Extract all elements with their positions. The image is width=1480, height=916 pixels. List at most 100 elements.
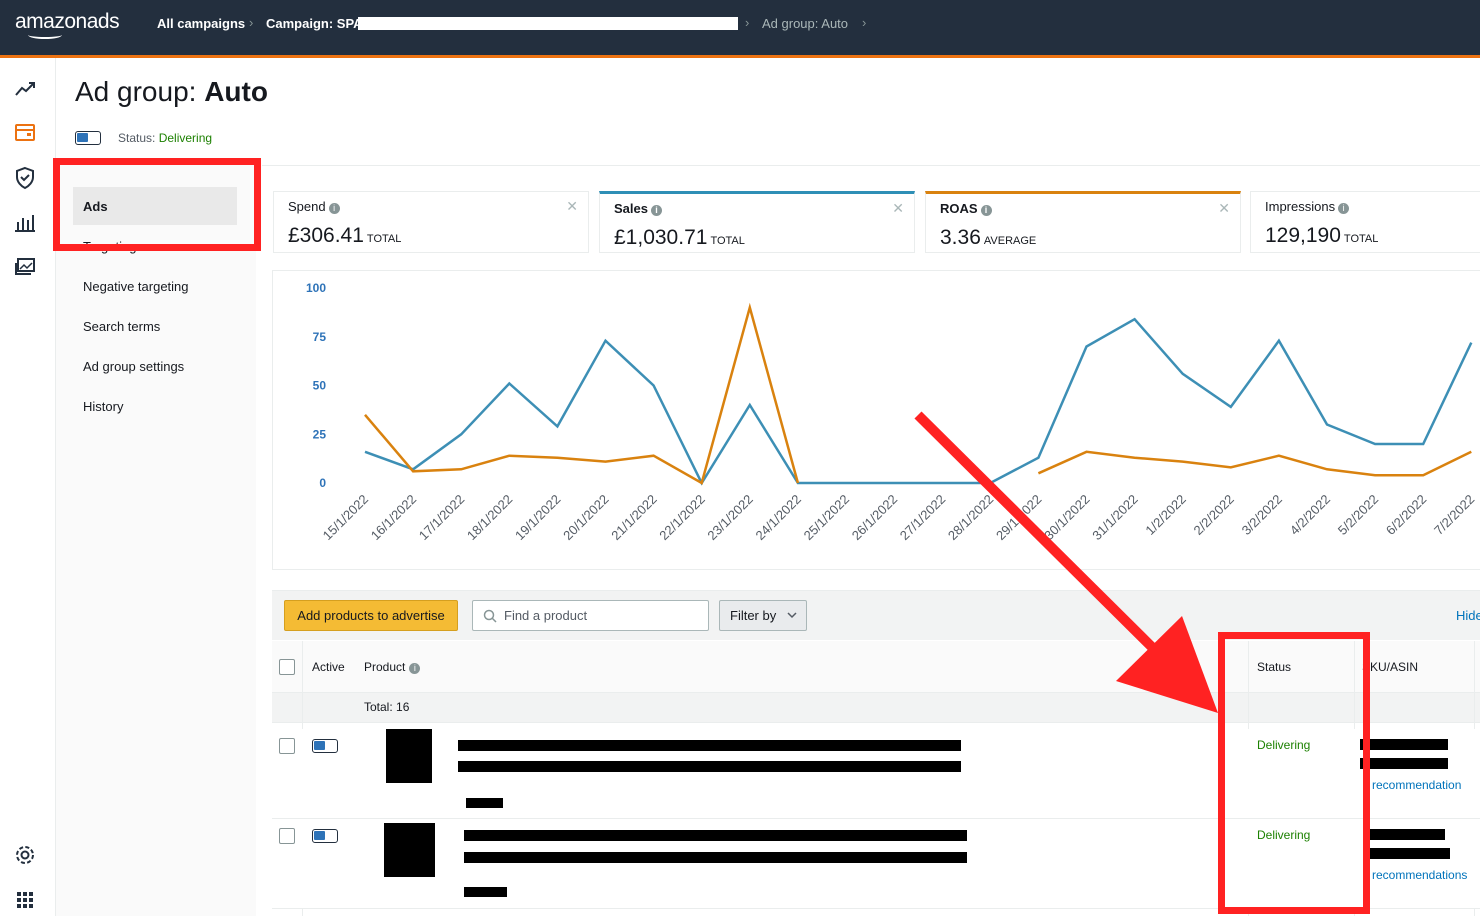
chevron-right-icon: ›	[249, 15, 254, 30]
brand-shield-icon[interactable]	[13, 166, 37, 190]
y-tick-label: 75	[313, 330, 327, 344]
redacted-sku	[1370, 829, 1445, 840]
x-tick-label: 5/2/2022	[1335, 492, 1381, 538]
kpi-unit: TOTAL	[366, 233, 402, 245]
redacted-product-title	[464, 830, 967, 841]
column-header-sku-asin[interactable]: SKU/ASIN	[1362, 660, 1418, 674]
subnav-item-search-terms[interactable]: Search terms	[83, 319, 160, 334]
redacted-campaign-name	[358, 17, 738, 30]
kpi-value-text: £1,030.71	[614, 226, 708, 249]
kpi-label-text: Sales	[614, 201, 648, 216]
search-icon	[483, 609, 497, 623]
kpi-card-sales[interactable]: Sales i ✕ £1,030.71 TOTAL	[599, 191, 915, 253]
kpi-value-text: 3.36	[940, 226, 981, 249]
trend-chart-icon[interactable]	[13, 77, 37, 101]
ad-group-active-toggle[interactable]	[75, 131, 101, 145]
kpi-unit: TOTAL	[1343, 233, 1379, 245]
row-active-toggle[interactable]	[312, 829, 338, 843]
kpi-value-text: £306.41	[288, 224, 364, 247]
subnav-item-history[interactable]: History	[83, 399, 123, 414]
redacted-product-image	[386, 729, 432, 783]
close-icon[interactable]: ✕	[892, 200, 904, 217]
info-icon: i	[328, 203, 340, 214]
annotation-arrow-icon	[914, 411, 1218, 713]
chevron-right-icon: ›	[862, 15, 867, 30]
redacted-product-price	[464, 887, 507, 897]
filter-by-button[interactable]: Filter by	[719, 600, 807, 631]
kpi-label-text: Impressions	[1265, 199, 1336, 214]
x-tick-label: 20/1/2022	[560, 492, 612, 544]
info-icon: i	[650, 205, 662, 216]
column-header-product[interactable]: Product i	[364, 660, 421, 674]
kpi-card-impressions[interactable]: Impressions i 129,190 TOTAL	[1250, 191, 1480, 253]
page-title-prefix: Ad group:	[75, 76, 197, 107]
total-count: Total: 16	[364, 700, 410, 714]
kpi-unit: TOTAL	[710, 235, 745, 247]
y-tick-label: 100	[306, 281, 326, 295]
x-tick-label: 16/1/2022	[368, 492, 420, 544]
x-tick-label: 23/1/2022	[704, 492, 756, 544]
find-product-input[interactable]: Find a product	[472, 600, 709, 631]
apps-grid-icon[interactable]	[13, 888, 37, 912]
kpi-label: ROAS i	[940, 201, 992, 216]
add-products-button[interactable]: Add products to advertise	[284, 600, 458, 631]
kpi-value: £1,030.71 TOTAL	[614, 226, 745, 250]
breadcrumb-ad-group: Ad group: Auto	[762, 16, 849, 31]
x-tick-label: 21/1/2022	[608, 492, 660, 544]
row-active-toggle[interactable]	[312, 739, 338, 753]
status-value: Delivering	[158, 131, 213, 145]
close-icon[interactable]: ✕	[566, 198, 578, 215]
row-checkbox[interactable]	[279, 738, 295, 754]
status-label: Status:	[118, 131, 156, 145]
redacted-product-image	[384, 823, 435, 877]
kpi-card-roas[interactable]: ROAS i ✕ 3.36 AVERAGE	[925, 191, 1241, 253]
x-tick-label: 6/2/2022	[1383, 492, 1429, 538]
breadcrumb-campaign[interactable]: Campaign: SPA	[266, 16, 363, 31]
chevron-right-icon: ›	[745, 15, 750, 30]
x-tick-label: 3/2/2022	[1239, 492, 1285, 538]
x-tick-label: 15/1/2022	[320, 492, 372, 544]
kpi-label: Sales i	[614, 201, 662, 216]
amazon-smile-icon	[28, 31, 62, 39]
info-icon: i	[409, 663, 421, 674]
page-title: Ad group: Auto	[75, 76, 268, 108]
y-tick-label: 0	[319, 476, 326, 490]
settings-gear-icon[interactable]	[13, 843, 37, 867]
kpi-card-spend[interactable]: Spend i ✕ £306.41 TOTAL	[273, 191, 589, 253]
kpi-label-text: ROAS	[940, 201, 978, 216]
recommendation-link[interactable]: recommendations	[1372, 868, 1467, 882]
content-divider	[262, 165, 1480, 166]
subnav-item-ad-group-settings[interactable]: Ad group settings	[83, 359, 184, 374]
x-tick-label: 7/2/2022	[1431, 492, 1477, 538]
x-tick-label: 24/1/2022	[753, 492, 805, 544]
redacted-sku	[1360, 739, 1448, 750]
subnav-item-ads-label[interactable]: Ads	[83, 199, 108, 214]
x-tick-label: 18/1/2022	[464, 492, 516, 544]
hide-chart-link[interactable]: Hide	[1456, 608, 1480, 623]
x-tick-label: 4/2/2022	[1287, 492, 1333, 538]
redacted-asin	[1370, 848, 1450, 859]
subnav-item-negative-targeting[interactable]: Negative targeting	[83, 279, 189, 294]
x-tick-label: 25/1/2022	[801, 492, 853, 544]
media-library-icon[interactable]	[13, 255, 37, 279]
breadcrumb-all-campaigns[interactable]: All campaigns	[157, 16, 245, 31]
info-icon: i	[1338, 203, 1350, 214]
campaign-manager-icon[interactable]	[13, 121, 37, 145]
kpi-value: 129,190 TOTAL	[1265, 224, 1378, 248]
recommendation-link[interactable]: recommendation	[1372, 778, 1461, 792]
select-all-checkbox[interactable]	[279, 659, 295, 675]
column-header-active[interactable]: Active	[312, 660, 345, 674]
x-tick-label: 17/1/2022	[416, 492, 468, 544]
status-highlight-box	[1218, 632, 1370, 914]
close-icon[interactable]: ✕	[1218, 200, 1230, 217]
performance-line-chart: 0 25 50 75 100 15/1/202216/1/202217/1/202218/…	[306, 281, 1477, 544]
reports-bar-icon[interactable]	[13, 210, 37, 234]
redacted-asin	[1360, 758, 1448, 769]
redacted-product-price	[466, 798, 503, 808]
row-checkbox[interactable]	[279, 828, 295, 844]
kpi-label-text: Spend	[288, 199, 326, 214]
x-tick-label: 22/1/2022	[656, 492, 708, 544]
y-tick-label: 50	[313, 379, 327, 393]
search-placeholder: Find a product	[504, 608, 588, 623]
top-nav-accent-line	[0, 55, 1480, 58]
